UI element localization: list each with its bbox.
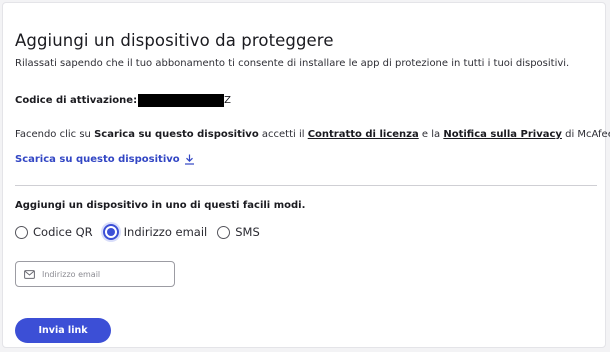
page-title: Aggiungi un dispositivo da proteggere <box>15 31 334 50</box>
radio-circle[interactable] <box>15 225 28 239</box>
radio-circle[interactable] <box>102 224 119 240</box>
email-field[interactable] <box>15 261 175 287</box>
add-device-card: Aggiungi un dispositivo da proteggere Ri… <box>2 2 610 348</box>
download-link-label: Scarica su questo dispositivo <box>15 154 180 165</box>
radio-label: SMS <box>235 225 260 239</box>
send-link-button[interactable]: Invia link <box>15 318 111 343</box>
license-download-bold: Scarica su questo dispositivo <box>94 129 259 140</box>
download-on-this-device-link[interactable]: Scarica su questo dispositivo <box>15 154 195 165</box>
email-input[interactable] <box>42 269 162 279</box>
radio-circle[interactable] <box>217 225 231 239</box>
license-text-and: e la <box>418 129 444 140</box>
license-notice: Facendo clic su Scarica su questo dispos… <box>15 129 610 140</box>
radio-label: Indirizzo email <box>123 225 208 239</box>
radio-sms[interactable]: SMS <box>217 225 260 239</box>
activation-code-row: Codice di attivazione: Z <box>15 94 231 107</box>
methods-heading: Aggiungi un dispositivo in uno di questi… <box>15 200 306 211</box>
license-agreement-link[interactable]: Contratto di licenza <box>308 129 419 140</box>
license-text-prefix: Facendo clic su <box>15 129 95 140</box>
page-subtitle: Rilassati sapendo che il tuo abbonamento… <box>15 58 570 69</box>
mail-icon <box>24 269 35 279</box>
license-text-middle: accetti il <box>258 129 308 140</box>
license-text-suffix: di McAfee. <box>565 129 610 140</box>
method-radio-group: Codice QR Indirizzo email SMS <box>15 224 270 240</box>
privacy-notice-link[interactable]: Notifica sulla Privacy <box>443 129 562 140</box>
activation-code-suffix: Z <box>224 95 231 106</box>
radio-label: Codice QR <box>33 225 93 239</box>
radio-email[interactable]: Indirizzo email <box>102 224 208 240</box>
activation-code-redacted <box>138 94 225 107</box>
section-divider <box>15 185 597 186</box>
download-icon <box>184 154 194 165</box>
activation-code-label: Codice di attivazione: <box>15 95 138 106</box>
radio-qr-code[interactable]: Codice QR <box>15 225 93 239</box>
